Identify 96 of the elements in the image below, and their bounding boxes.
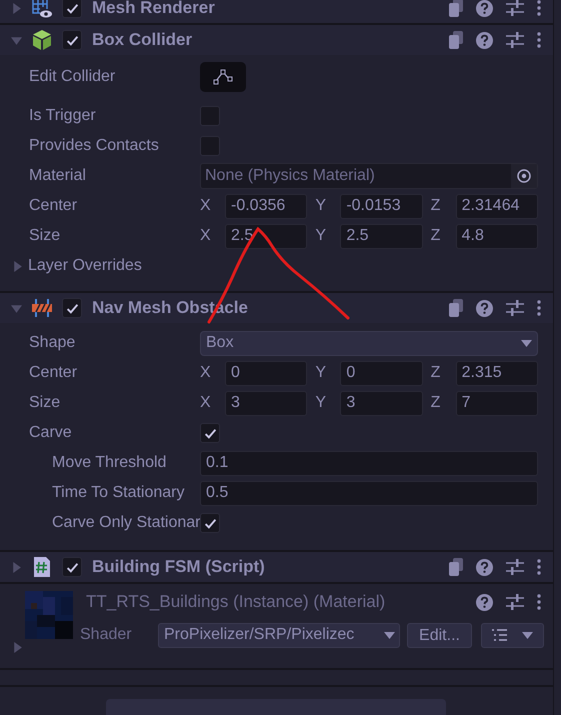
- more-icon[interactable]: [537, 0, 541, 16]
- checkbox[interactable]: [62, 0, 82, 18]
- settings-sliders-icon[interactable]: [506, 0, 524, 16]
- copy-icon[interactable]: [449, 31, 463, 49]
- barrier-icon: [31, 297, 53, 319]
- help-icon[interactable]: [476, 32, 493, 48]
- number-field[interactable]: 7: [456, 390, 538, 416]
- property-label: Edit Collider: [28, 67, 116, 87]
- edit-shape-icon: [212, 69, 234, 85]
- checkbox[interactable]: [200, 423, 220, 443]
- component-title: Building FSM (Script): [92, 556, 265, 578]
- settings-sliders-icon[interactable]: [506, 32, 524, 48]
- axis-label: X: [200, 393, 212, 413]
- property-label: Material: [28, 166, 87, 186]
- more-icon[interactable]: [537, 594, 541, 610]
- checkbox[interactable]: [62, 298, 82, 318]
- more-icon[interactable]: [537, 300, 541, 316]
- more-icon[interactable]: [537, 32, 541, 48]
- number-field[interactable]: 0: [340, 360, 423, 386]
- component-title: Mesh Renderer: [92, 0, 215, 20]
- grid-eye-icon: [31, 0, 53, 19]
- component-header[interactable]: Building FSM (Script): [0, 552, 553, 582]
- number-field[interactable]: 2.31464: [456, 194, 538, 218]
- check-icon: [204, 426, 216, 440]
- number-field[interactable]: 4.8: [456, 224, 538, 248]
- checkbox[interactable]: [200, 106, 220, 126]
- axis-label: Z: [430, 363, 442, 383]
- check-icon: [204, 516, 216, 530]
- shape-dropdown[interactable]: Box: [200, 330, 538, 356]
- checkbox[interactable]: [62, 30, 82, 50]
- help-icon[interactable]: [476, 300, 493, 316]
- axis-label: Z: [430, 393, 442, 413]
- number-field[interactable]: -0.0356: [225, 194, 308, 218]
- property-label: Center: [28, 196, 78, 216]
- check-icon: [66, 560, 78, 574]
- component-header[interactable]: Mesh Renderer: [0, 0, 553, 23]
- property-label: Center: [28, 363, 78, 383]
- help-icon[interactable]: [476, 558, 493, 576]
- axis-label: Z: [430, 196, 442, 216]
- help-icon[interactable]: [476, 0, 493, 16]
- list-menu-button[interactable]: [481, 622, 544, 648]
- help-icon[interactable]: [476, 594, 493, 610]
- checkbox[interactable]: [200, 136, 220, 156]
- number-field[interactable]: 0: [225, 360, 308, 386]
- target-icon[interactable]: [517, 169, 531, 183]
- axis-label: X: [200, 363, 212, 383]
- copy-icon[interactable]: [449, 558, 463, 576]
- check-icon: [66, 302, 78, 314]
- check-icon: [66, 34, 78, 46]
- property-label: Is Trigger: [28, 106, 97, 126]
- number-field[interactable]: 0.5: [200, 480, 538, 506]
- list-icon: [492, 629, 507, 641]
- number-field[interactable]: 3: [340, 390, 423, 416]
- axis-label: Y: [315, 196, 327, 216]
- axis-label: Z: [430, 226, 442, 246]
- checkbox[interactable]: [62, 557, 82, 577]
- cube-icon: [31, 29, 53, 51]
- component-header[interactable]: Box Collider: [0, 25, 553, 55]
- foldout-label[interactable]: Layer Overrides: [28, 254, 142, 278]
- property-label: Carve: [28, 423, 73, 443]
- axis-label: Y: [315, 393, 327, 413]
- more-icon[interactable]: [537, 559, 541, 575]
- property-label: Carve Only Stationar: [51, 513, 200, 533]
- property-label: Provides Contacts: [28, 136, 160, 156]
- shader-label: Shader: [80, 625, 133, 645]
- number-field[interactable]: -0.0153: [340, 194, 423, 218]
- script-icon: [33, 556, 51, 578]
- edit-collider-button[interactable]: [200, 62, 246, 92]
- check-icon: [66, 2, 78, 14]
- copy-icon[interactable]: [449, 0, 463, 17]
- number-field[interactable]: 3: [225, 390, 308, 416]
- property-label: Move Threshold: [51, 453, 168, 473]
- checkbox[interactable]: [200, 513, 220, 533]
- property-label: Size: [28, 393, 62, 413]
- property-label: Shape: [28, 333, 76, 353]
- property-label: Time To Stationary: [51, 483, 186, 503]
- object-field[interactable]: None (Physics Material): [200, 163, 538, 189]
- axis-label: X: [200, 226, 212, 246]
- number-field[interactable]: 2.5: [340, 224, 423, 248]
- caret-icon: [384, 632, 395, 638]
- caret-icon: [521, 340, 532, 346]
- caret-icon: [522, 632, 533, 638]
- copy-icon[interactable]: [449, 299, 463, 317]
- material-title: TT_RTS_Buildings (Instance) (Material): [86, 591, 386, 614]
- edit-button[interactable]: Edit...: [407, 622, 472, 648]
- component-title: Box Collider: [92, 29, 192, 52]
- axis-label: X: [200, 196, 212, 216]
- number-field[interactable]: 2.315: [456, 360, 538, 386]
- axis-label: Y: [315, 226, 327, 246]
- number-field[interactable]: 0.1: [200, 450, 538, 476]
- property-label: Size: [28, 226, 62, 246]
- settings-sliders-icon[interactable]: [506, 594, 524, 610]
- settings-sliders-icon[interactable]: [506, 300, 524, 316]
- settings-sliders-icon[interactable]: [506, 559, 524, 575]
- axis-label: Y: [315, 363, 327, 383]
- shader-dropdown[interactable]: ProPixelizer/SRP/Pixelizec: [158, 622, 400, 648]
